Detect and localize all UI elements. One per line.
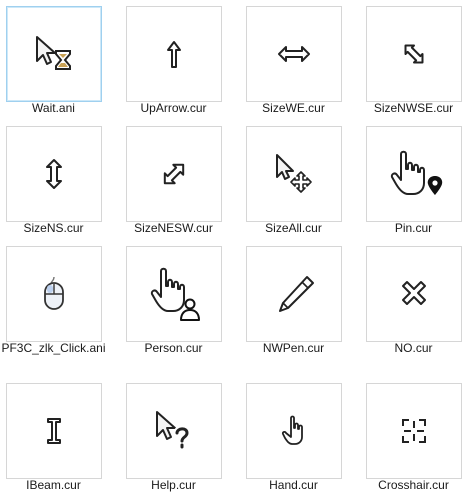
file-name: SizeNWSE.cur xyxy=(373,101,454,115)
file-name: Help.cur xyxy=(151,478,196,492)
file-name: Wait.ani xyxy=(32,101,75,115)
thumbnail xyxy=(6,6,102,102)
hand-person-icon xyxy=(150,267,200,321)
file-name: Hand.cur xyxy=(269,478,318,492)
resize-horizontal-icon xyxy=(278,46,310,62)
resize-nesw-icon xyxy=(163,163,185,185)
file-name: Person.cur xyxy=(144,341,203,355)
file-name: SizeNESW.cur xyxy=(134,221,213,235)
thumbnail xyxy=(366,383,462,479)
thumbnail xyxy=(246,126,342,222)
thumbnail xyxy=(6,246,102,342)
up-arrow-icon xyxy=(167,41,181,68)
thumbnail xyxy=(6,383,102,479)
thumbnail xyxy=(126,126,222,222)
thumbnail xyxy=(366,246,462,342)
ibeam-icon xyxy=(47,418,61,444)
thumbnail xyxy=(6,126,102,222)
file-name: Pin.cur xyxy=(394,221,433,235)
thumbnail xyxy=(366,126,462,222)
file-name: IBeam.cur xyxy=(26,478,81,492)
file-name: PF3C_zlk_Click.ani xyxy=(1,341,106,355)
file-grid: Wait.ani UpArrow.cur SizeWE.cur SizeNWSE… xyxy=(0,0,470,497)
x-no-icon xyxy=(402,281,426,305)
thumbnail xyxy=(246,246,342,342)
file-name: Crosshair.cur xyxy=(378,478,449,492)
resize-vertical-icon xyxy=(46,159,62,189)
help-arrow-icon xyxy=(156,411,191,451)
hand-icon xyxy=(281,415,303,445)
pen-icon xyxy=(279,276,314,312)
file-name: NO.cur xyxy=(394,341,433,355)
thumbnail xyxy=(366,6,462,102)
hand-pin-icon xyxy=(390,150,443,195)
mouse-icon xyxy=(44,276,64,310)
file-name: UpArrow.cur xyxy=(140,101,207,115)
thumbnail xyxy=(126,6,222,102)
thumbnail xyxy=(126,246,222,342)
thumbnail xyxy=(246,6,342,102)
file-name: NWPen.cur xyxy=(262,341,325,355)
thumbnail xyxy=(126,383,222,479)
wait-hourglass-icon xyxy=(36,36,71,70)
crosshair-icon xyxy=(402,419,426,443)
resize-nwse-icon xyxy=(404,44,424,64)
file-name: SizeNS.cur xyxy=(23,221,84,235)
file-name: SizeWE.cur xyxy=(262,101,325,115)
move-all-icon xyxy=(276,154,312,193)
file-name: SizeAll.cur xyxy=(265,221,322,235)
thumbnail xyxy=(246,383,342,479)
